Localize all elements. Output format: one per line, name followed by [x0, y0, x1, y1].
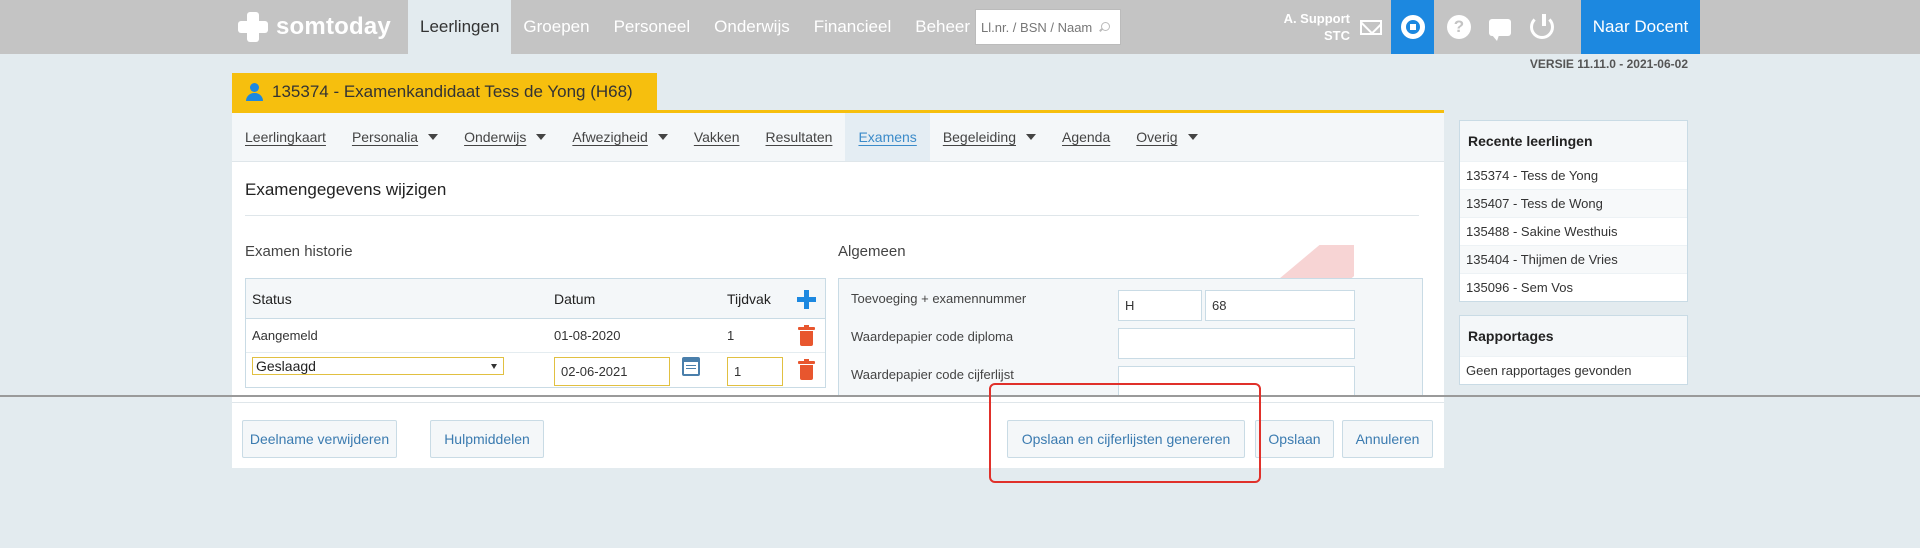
- form-footer: Deelname verwijderen Hulpmiddelen Opslaa…: [232, 402, 1444, 468]
- reports-empty: Geen rapportages gevonden: [1460, 356, 1687, 384]
- help-icon[interactable]: ?: [1445, 13, 1473, 41]
- examennummer-input[interactable]: 68: [1205, 290, 1355, 321]
- recent-students-title: Recente leerlingen: [1460, 121, 1687, 161]
- page-title: Examengegevens wijzigen: [245, 180, 447, 199]
- history-title: Examen historie: [245, 243, 353, 260]
- recent-student-item[interactable]: 135404 - Thijmen de Vries: [1460, 245, 1687, 273]
- person-icon: [246, 82, 263, 101]
- label-cijferlijst-code: Waardepapier code cijferlijst: [851, 367, 1014, 382]
- caret-down-icon: [428, 134, 439, 140]
- tools-button[interactable]: Hulpmiddelen: [430, 420, 544, 458]
- calendar-icon[interactable]: [682, 357, 700, 376]
- student-subnav: Leerlingkaart Personalia Onderwijs Afwez…: [232, 113, 1444, 162]
- top-bar: somtoday Leerlingen Groepen Personeel On…: [0, 0, 1920, 54]
- divider-line: [0, 395, 1920, 397]
- algemeen-form: Toevoeging + examennummer H 68 Waardepap…: [838, 278, 1423, 396]
- nav-onderwijs[interactable]: Onderwijs: [702, 0, 802, 54]
- recent-student-item[interactable]: 135096 - Sem Vos: [1460, 273, 1687, 301]
- col-datum: Datum: [554, 290, 596, 307]
- col-status: Status: [252, 290, 292, 307]
- recent-student-item[interactable]: 135407 - Tess de Wong: [1460, 189, 1687, 217]
- subnav-personalia[interactable]: Personalia: [339, 113, 451, 161]
- student-tab[interactable]: 135374 - Examenkandidaat Tess de Yong (H…: [232, 73, 657, 110]
- logo-icon: [238, 12, 268, 42]
- logo-text: somtoday: [276, 13, 391, 40]
- mail-icon[interactable]: [1357, 13, 1385, 41]
- chat-icon[interactable]: [1486, 13, 1514, 41]
- history-table: Status Datum Tijdvak Aangemeld 01-08-202…: [245, 278, 826, 388]
- cancel-button[interactable]: Annuleren: [1342, 420, 1433, 458]
- subnav-onderwijs[interactable]: Onderwijs: [451, 113, 559, 161]
- row-status: Aangemeld: [252, 328, 318, 343]
- table-row-edit: Geslaagd 02-06-2021 1: [246, 353, 825, 387]
- cijferlijst-code-input[interactable]: [1118, 366, 1355, 395]
- save-button[interactable]: Opslaan: [1255, 420, 1334, 458]
- row-tijdvak: 1: [727, 328, 735, 343]
- subnav-begeleiding[interactable]: Begeleiding: [930, 113, 1049, 161]
- subnav-overig[interactable]: Overig: [1123, 113, 1210, 161]
- subnav-agenda[interactable]: Agenda: [1049, 113, 1123, 161]
- nav-beheer[interactable]: Beheer: [903, 0, 982, 54]
- nav-leerlingen[interactable]: Leerlingen: [408, 0, 512, 54]
- reports-box: Rapportages Geen rapportages gevonden: [1459, 315, 1688, 385]
- row-datum: 01-08-2020: [554, 328, 621, 343]
- power-icon[interactable]: [1528, 12, 1556, 41]
- student-search: [975, 9, 1121, 45]
- caret-down-icon: [536, 134, 547, 140]
- toevoeging-input[interactable]: H: [1118, 290, 1202, 321]
- diploma-code-input[interactable]: [1118, 328, 1355, 359]
- tijdvak-input[interactable]: 1: [727, 357, 783, 386]
- caret-down-icon: [1187, 134, 1198, 140]
- version-label: VERSIE 11.11.0 - 2021-06-02: [1529, 57, 1688, 71]
- user-org: STC: [1324, 28, 1350, 43]
- search-input[interactable]: [981, 19, 1097, 35]
- table-header: Status Datum Tijdvak: [246, 279, 825, 319]
- save-generate-button[interactable]: Opslaan en cijferlijsten genereren: [1007, 420, 1245, 458]
- delete-participation-button[interactable]: Deelname verwijderen: [242, 420, 397, 458]
- nav-groepen[interactable]: Groepen: [511, 0, 601, 54]
- select-arrow-icon: [491, 364, 497, 369]
- algemeen-title: Algemeen: [838, 243, 906, 260]
- label-diploma-code: Waardepapier code diploma: [851, 329, 1014, 344]
- gear-icon[interactable]: [1391, 0, 1434, 54]
- recent-student-item[interactable]: 135488 - Sakine Westhuis: [1460, 217, 1687, 245]
- student-tab-label: 135374 - Examenkandidaat Tess de Yong (H…: [272, 81, 633, 101]
- subnav-afwezigheid[interactable]: Afwezigheid: [559, 113, 681, 161]
- date-input[interactable]: 02-06-2021: [554, 357, 670, 386]
- subnav-examens[interactable]: Examens: [845, 113, 930, 161]
- subnav-vakken[interactable]: Vakken: [681, 113, 753, 161]
- status-select[interactable]: Geslaagd: [252, 357, 504, 375]
- caret-down-icon: [657, 134, 668, 140]
- user-name: A. Support: [1283, 11, 1350, 26]
- recent-student-item[interactable]: 135374 - Tess de Yong: [1460, 161, 1687, 189]
- trash-icon[interactable]: [798, 359, 815, 380]
- add-icon[interactable]: [797, 290, 816, 309]
- col-tijdvak: Tijdvak: [727, 290, 771, 307]
- table-row: Aangemeld 01-08-2020 1: [246, 319, 825, 353]
- subnav-leerlingkaart[interactable]: Leerlingkaart: [232, 113, 339, 161]
- subnav-resultaten[interactable]: Resultaten: [753, 113, 846, 161]
- trash-icon[interactable]: [798, 325, 815, 346]
- caret-down-icon: [1025, 134, 1036, 140]
- main-nav: Leerlingen Groepen Personeel Onderwijs F…: [408, 0, 982, 54]
- recent-students: Recente leerlingen 135374 - Tess de Yong…: [1459, 120, 1688, 302]
- naar-docent-button[interactable]: Naar Docent: [1581, 0, 1700, 54]
- nav-financieel[interactable]: Financieel: [802, 0, 904, 54]
- label-toevoeging: Toevoeging + examennummer: [851, 291, 1027, 306]
- search-icon[interactable]: [1099, 21, 1111, 33]
- title-divider: [245, 215, 1419, 216]
- reports-title: Rapportages: [1460, 316, 1687, 356]
- somtoday-logo[interactable]: somtoday: [238, 10, 391, 44]
- nav-personeel[interactable]: Personeel: [602, 0, 703, 54]
- user-info: A. Support STC: [1260, 10, 1350, 44]
